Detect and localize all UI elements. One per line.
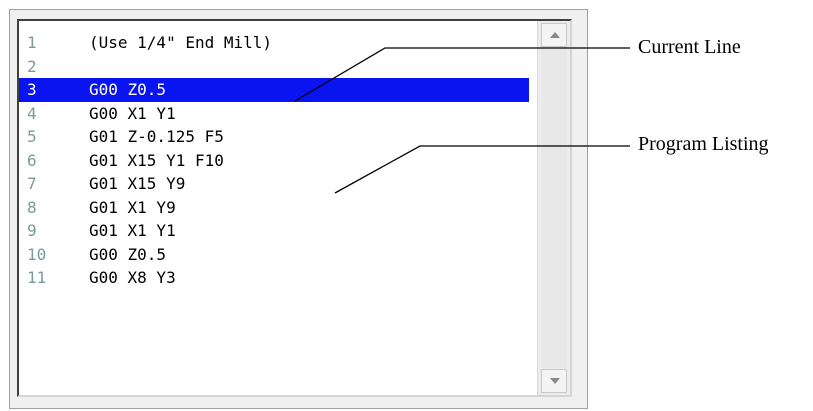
line-code: G01 X1 Y1 — [89, 221, 176, 240]
program-line-3[interactable]: 3 G00 Z0.5 — [19, 78, 529, 102]
program-line-8[interactable]: 8 G01 X1 Y9 — [19, 196, 529, 220]
scroll-track[interactable] — [541, 48, 567, 368]
program-line-2[interactable]: 2 — [19, 55, 529, 79]
line-number: 6 — [27, 150, 37, 170]
scroll-down-arrow-icon — [550, 378, 560, 384]
program-line-4[interactable]: 4 G00 X1 Y1 — [19, 102, 529, 126]
program-lines: 1 (Use 1/4" End Mill) 2 3 G00 Z0.5 4 G00… — [19, 31, 529, 290]
program-line-10[interactable]: 10 G00 Z0.5 — [19, 243, 529, 267]
line-number: 4 — [27, 103, 37, 123]
current-line-label: Current Line — [638, 36, 741, 58]
line-number: 3 — [27, 80, 37, 99]
line-code: G00 X1 Y1 — [89, 103, 176, 123]
program-line-5[interactable]: 5 G01 Z-0.125 F5 — [19, 125, 529, 149]
line-code: G01 X1 Y9 — [89, 197, 176, 217]
line-code: G01 X15 Y1 F10 — [89, 150, 224, 170]
line-code: G01 Z-0.125 F5 — [89, 127, 224, 146]
line-code: G00 Z0.5 — [89, 244, 167, 264]
program-line-6[interactable]: 6 G01 X15 Y1 F10 — [19, 149, 529, 173]
program-line-9[interactable]: 9 G01 X1 Y1 — [19, 219, 529, 243]
program-listing-label: Program Listing — [638, 133, 769, 155]
line-number: 5 — [27, 127, 37, 146]
line-code: G01 X15 Y9 — [89, 174, 186, 193]
line-number: 2 — [27, 56, 37, 76]
scroll-down-button[interactable] — [541, 369, 567, 393]
program-line-11[interactable]: 11 G00 X8 Y3 — [19, 266, 529, 290]
line-code: G00 X8 Y3 — [89, 268, 176, 287]
scroll-up-arrow-icon — [550, 32, 560, 38]
program-line-1[interactable]: 1 (Use 1/4" End Mill) — [19, 31, 529, 55]
line-code: (Use 1/4" End Mill) — [89, 33, 273, 52]
line-number: 7 — [27, 174, 37, 193]
line-number: 8 — [27, 197, 37, 217]
program-listing[interactable]: 1 (Use 1/4" End Mill) 2 3 G00 Z0.5 4 G00… — [17, 19, 572, 397]
vertical-scrollbar[interactable] — [537, 21, 570, 395]
line-number: 9 — [27, 221, 37, 240]
line-number: 10 — [27, 244, 47, 264]
line-number: 11 — [27, 268, 47, 287]
line-code: G00 Z0.5 — [89, 80, 167, 99]
scroll-up-button[interactable] — [541, 23, 567, 47]
line-number: 1 — [27, 33, 37, 52]
figure: 1 (Use 1/4" End Mill) 2 3 G00 Z0.5 4 G00… — [0, 0, 813, 411]
program-line-7[interactable]: 7 G01 X15 Y9 — [19, 172, 529, 196]
